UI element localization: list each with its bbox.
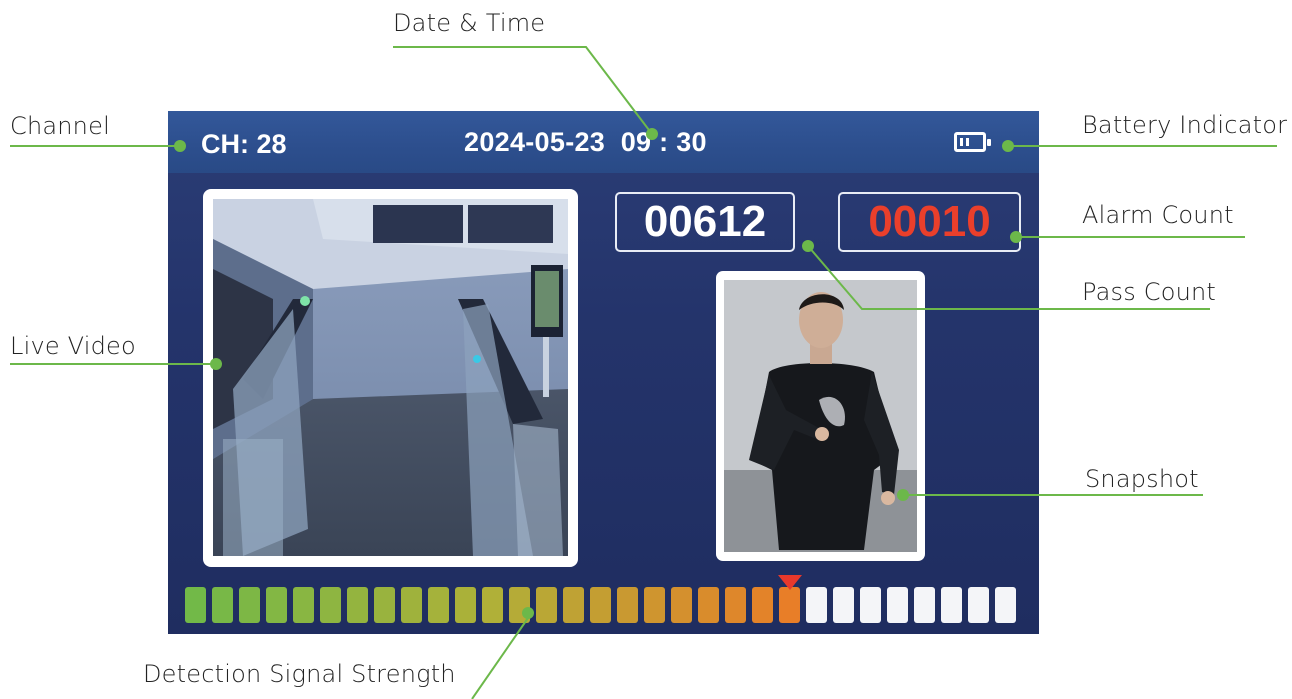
signal-segment-active bbox=[401, 587, 422, 623]
turnstile-scene-image bbox=[213, 199, 568, 556]
signal-segment-active bbox=[320, 587, 341, 623]
signal-segment-active bbox=[212, 587, 233, 623]
signal-strength-meter bbox=[185, 587, 1025, 625]
signal-segment-active bbox=[563, 587, 584, 623]
signal-segment-active bbox=[509, 587, 530, 623]
live-video-panel bbox=[203, 189, 578, 567]
signal-segment-active bbox=[536, 587, 557, 623]
signal-segment-inactive bbox=[968, 587, 989, 623]
signal-segment-inactive bbox=[833, 587, 854, 623]
signal-segment-active bbox=[644, 587, 665, 623]
person-snapshot-image bbox=[724, 280, 917, 552]
signal-segment-active bbox=[698, 587, 719, 623]
snapshot-panel bbox=[716, 271, 925, 561]
signal-segment-active bbox=[725, 587, 746, 623]
signal-segment-inactive bbox=[887, 587, 908, 623]
signal-segment-active bbox=[455, 587, 476, 623]
signal-segment-active bbox=[347, 587, 368, 623]
device-screen: CH: 28 2024-05-23 09 : 30 00612 00010 bbox=[168, 111, 1039, 634]
callout-alarm-count: Alarm Count bbox=[1082, 201, 1234, 229]
callout-snapshot: Snapshot bbox=[1085, 465, 1199, 493]
signal-segment-active bbox=[482, 587, 503, 623]
callout-battery-indicator: Battery Indicator bbox=[1082, 111, 1288, 139]
signal-segment-active bbox=[590, 587, 611, 623]
signal-segment-active bbox=[752, 587, 773, 623]
live-video-feed bbox=[213, 199, 568, 556]
callout-channel: Channel bbox=[10, 112, 110, 140]
signal-segment-inactive bbox=[914, 587, 935, 623]
channel-label: CH: 28 bbox=[201, 129, 287, 159]
battery-icon bbox=[954, 132, 991, 152]
signal-segment-active bbox=[779, 587, 800, 623]
signal-segment-inactive bbox=[995, 587, 1016, 623]
signal-segment-inactive bbox=[806, 587, 827, 623]
signal-segment-inactive bbox=[860, 587, 881, 623]
signal-segment-active bbox=[239, 587, 260, 623]
snapshot-image bbox=[724, 280, 917, 552]
signal-segment-active bbox=[617, 587, 638, 623]
signal-segment-active bbox=[293, 587, 314, 623]
signal-segment-active bbox=[266, 587, 287, 623]
callout-pass-count: Pass Count bbox=[1082, 278, 1217, 306]
signal-segment-active bbox=[671, 587, 692, 623]
status-bar: CH: 28 2024-05-23 09 : 30 bbox=[168, 111, 1039, 173]
signal-level-marker bbox=[777, 575, 802, 590]
date-time-display: 2024-05-23 09 : 30 bbox=[464, 127, 707, 157]
signal-segment-inactive bbox=[941, 587, 962, 623]
callout-live-video: Live Video bbox=[10, 332, 136, 360]
signal-segment-active bbox=[428, 587, 449, 623]
callout-date-time: Date & Time bbox=[393, 9, 546, 37]
alarm-count-display: 00010 bbox=[838, 192, 1021, 252]
callout-detection-signal-strength: Detection Signal Strength bbox=[143, 660, 456, 688]
signal-segment-active bbox=[185, 587, 206, 623]
signal-segment-active bbox=[374, 587, 395, 623]
pass-count-display: 00612 bbox=[615, 192, 795, 252]
